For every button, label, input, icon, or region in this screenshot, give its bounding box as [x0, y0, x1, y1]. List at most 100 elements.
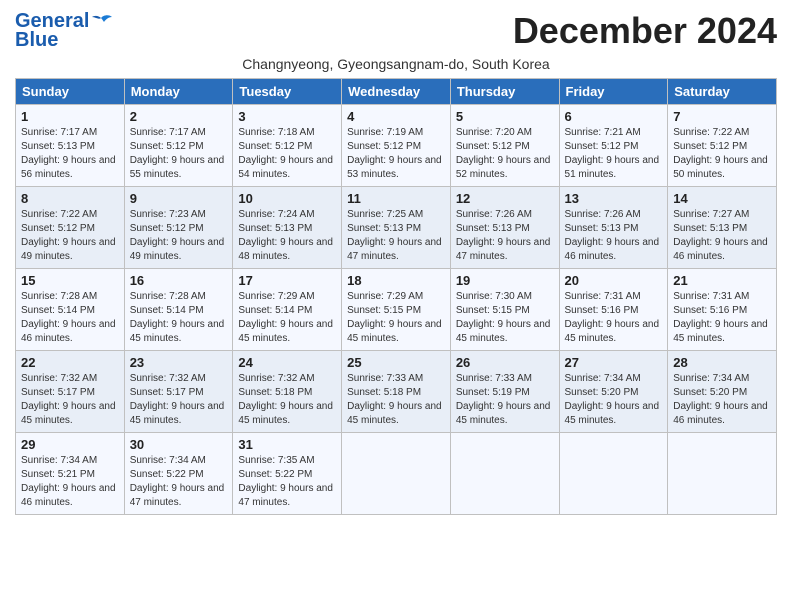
calendar-cell: 16 Sunrise: 7:28 AMSunset: 5:14 PMDaylig… — [124, 269, 233, 351]
weekday-header-saturday: Saturday — [668, 79, 777, 105]
day-number: 18 — [347, 273, 445, 288]
calendar-cell: 4 Sunrise: 7:19 AMSunset: 5:12 PMDayligh… — [342, 105, 451, 187]
weekday-header-wednesday: Wednesday — [342, 79, 451, 105]
weekday-header-monday: Monday — [124, 79, 233, 105]
calendar-cell: 31 Sunrise: 7:35 AMSunset: 5:22 PMDaylig… — [233, 433, 342, 515]
day-number: 30 — [130, 437, 228, 452]
day-content: Sunrise: 7:33 AMSunset: 5:19 PMDaylight:… — [456, 372, 554, 428]
day-content: Sunrise: 7:20 AMSunset: 5:12 PMDaylight:… — [456, 126, 554, 182]
calendar-cell: 23 Sunrise: 7:32 AMSunset: 5:17 PMDaylig… — [124, 351, 233, 433]
day-content: Sunrise: 7:26 AMSunset: 5:13 PMDaylight:… — [456, 208, 554, 264]
day-content: Sunrise: 7:25 AMSunset: 5:13 PMDaylight:… — [347, 208, 445, 264]
day-number: 26 — [456, 355, 554, 370]
calendar-cell: 28 Sunrise: 7:34 AMSunset: 5:20 PMDaylig… — [668, 351, 777, 433]
weekday-header-sunday: Sunday — [16, 79, 125, 105]
calendar-subtitle: Changnyeong, Gyeongsangnam-do, South Kor… — [15, 56, 777, 72]
calendar-cell: 24 Sunrise: 7:32 AMSunset: 5:18 PMDaylig… — [233, 351, 342, 433]
calendar-cell: 19 Sunrise: 7:30 AMSunset: 5:15 PMDaylig… — [450, 269, 559, 351]
weekday-header-friday: Friday — [559, 79, 668, 105]
day-content: Sunrise: 7:34 AMSunset: 5:21 PMDaylight:… — [21, 454, 119, 510]
calendar-body: 1 Sunrise: 7:17 AMSunset: 5:13 PMDayligh… — [16, 105, 777, 515]
calendar-week-row: 22 Sunrise: 7:32 AMSunset: 5:17 PMDaylig… — [16, 351, 777, 433]
logo-bird-icon — [91, 14, 113, 30]
day-content: Sunrise: 7:34 AMSunset: 5:20 PMDaylight:… — [565, 372, 663, 428]
calendar-cell: 22 Sunrise: 7:32 AMSunset: 5:17 PMDaylig… — [16, 351, 125, 433]
day-number: 21 — [673, 273, 771, 288]
day-content: Sunrise: 7:19 AMSunset: 5:12 PMDaylight:… — [347, 126, 445, 182]
day-number: 2 — [130, 109, 228, 124]
calendar-cell: 18 Sunrise: 7:29 AMSunset: 5:15 PMDaylig… — [342, 269, 451, 351]
day-content: Sunrise: 7:34 AMSunset: 5:20 PMDaylight:… — [673, 372, 771, 428]
day-number: 16 — [130, 273, 228, 288]
day-number: 27 — [565, 355, 663, 370]
day-number: 23 — [130, 355, 228, 370]
day-content: Sunrise: 7:29 AMSunset: 5:15 PMDaylight:… — [347, 290, 445, 346]
calendar-cell: 9 Sunrise: 7:23 AMSunset: 5:12 PMDayligh… — [124, 187, 233, 269]
day-content: Sunrise: 7:22 AMSunset: 5:12 PMDaylight:… — [21, 208, 119, 264]
day-number: 15 — [21, 273, 119, 288]
calendar-cell: 20 Sunrise: 7:31 AMSunset: 5:16 PMDaylig… — [559, 269, 668, 351]
calendar-cell: 26 Sunrise: 7:33 AMSunset: 5:19 PMDaylig… — [450, 351, 559, 433]
day-number: 7 — [673, 109, 771, 124]
calendar-cell: 6 Sunrise: 7:21 AMSunset: 5:12 PMDayligh… — [559, 105, 668, 187]
day-number: 28 — [673, 355, 771, 370]
day-content: Sunrise: 7:32 AMSunset: 5:18 PMDaylight:… — [238, 372, 336, 428]
calendar-cell: 21 Sunrise: 7:31 AMSunset: 5:16 PMDaylig… — [668, 269, 777, 351]
day-number: 12 — [456, 191, 554, 206]
day-content: Sunrise: 7:35 AMSunset: 5:22 PMDaylight:… — [238, 454, 336, 510]
day-number: 1 — [21, 109, 119, 124]
calendar-cell: 14 Sunrise: 7:27 AMSunset: 5:13 PMDaylig… — [668, 187, 777, 269]
calendar-week-row: 1 Sunrise: 7:17 AMSunset: 5:13 PMDayligh… — [16, 105, 777, 187]
day-number: 19 — [456, 273, 554, 288]
day-number: 31 — [238, 437, 336, 452]
day-number: 8 — [21, 191, 119, 206]
day-number: 5 — [456, 109, 554, 124]
logo-blue-text: Blue — [15, 29, 58, 52]
day-content: Sunrise: 7:30 AMSunset: 5:15 PMDaylight:… — [456, 290, 554, 346]
day-number: 25 — [347, 355, 445, 370]
day-content: Sunrise: 7:33 AMSunset: 5:18 PMDaylight:… — [347, 372, 445, 428]
day-content: Sunrise: 7:23 AMSunset: 5:12 PMDaylight:… — [130, 208, 228, 264]
day-content: Sunrise: 7:24 AMSunset: 5:13 PMDaylight:… — [238, 208, 336, 264]
calendar-cell: 30 Sunrise: 7:34 AMSunset: 5:22 PMDaylig… — [124, 433, 233, 515]
day-content: Sunrise: 7:27 AMSunset: 5:13 PMDaylight:… — [673, 208, 771, 264]
calendar-week-row: 29 Sunrise: 7:34 AMSunset: 5:21 PMDaylig… — [16, 433, 777, 515]
day-content: Sunrise: 7:32 AMSunset: 5:17 PMDaylight:… — [130, 372, 228, 428]
day-number: 17 — [238, 273, 336, 288]
calendar-week-row: 15 Sunrise: 7:28 AMSunset: 5:14 PMDaylig… — [16, 269, 777, 351]
day-content: Sunrise: 7:34 AMSunset: 5:22 PMDaylight:… — [130, 454, 228, 510]
weekday-header-row: SundayMondayTuesdayWednesdayThursdayFrid… — [16, 79, 777, 105]
day-number: 24 — [238, 355, 336, 370]
calendar-cell: 27 Sunrise: 7:34 AMSunset: 5:20 PMDaylig… — [559, 351, 668, 433]
calendar-cell — [559, 433, 668, 515]
page-header: General Blue December 2024 — [15, 10, 777, 52]
weekday-header-tuesday: Tuesday — [233, 79, 342, 105]
calendar-cell — [342, 433, 451, 515]
day-content: Sunrise: 7:26 AMSunset: 5:13 PMDaylight:… — [565, 208, 663, 264]
day-number: 14 — [673, 191, 771, 206]
day-content: Sunrise: 7:28 AMSunset: 5:14 PMDaylight:… — [130, 290, 228, 346]
day-number: 20 — [565, 273, 663, 288]
month-title: December 2024 — [513, 10, 777, 52]
day-content: Sunrise: 7:31 AMSunset: 5:16 PMDaylight:… — [565, 290, 663, 346]
calendar-cell — [450, 433, 559, 515]
day-content: Sunrise: 7:28 AMSunset: 5:14 PMDaylight:… — [21, 290, 119, 346]
day-content: Sunrise: 7:32 AMSunset: 5:17 PMDaylight:… — [21, 372, 119, 428]
calendar-week-row: 8 Sunrise: 7:22 AMSunset: 5:12 PMDayligh… — [16, 187, 777, 269]
day-number: 4 — [347, 109, 445, 124]
calendar-cell: 11 Sunrise: 7:25 AMSunset: 5:13 PMDaylig… — [342, 187, 451, 269]
day-number: 13 — [565, 191, 663, 206]
calendar-cell: 3 Sunrise: 7:18 AMSunset: 5:12 PMDayligh… — [233, 105, 342, 187]
day-content: Sunrise: 7:18 AMSunset: 5:12 PMDaylight:… — [238, 126, 336, 182]
calendar-cell: 17 Sunrise: 7:29 AMSunset: 5:14 PMDaylig… — [233, 269, 342, 351]
calendar-cell: 10 Sunrise: 7:24 AMSunset: 5:13 PMDaylig… — [233, 187, 342, 269]
day-number: 11 — [347, 191, 445, 206]
calendar-cell: 2 Sunrise: 7:17 AMSunset: 5:12 PMDayligh… — [124, 105, 233, 187]
calendar-cell: 1 Sunrise: 7:17 AMSunset: 5:13 PMDayligh… — [16, 105, 125, 187]
calendar-cell: 15 Sunrise: 7:28 AMSunset: 5:14 PMDaylig… — [16, 269, 125, 351]
calendar-cell: 5 Sunrise: 7:20 AMSunset: 5:12 PMDayligh… — [450, 105, 559, 187]
logo: General Blue — [15, 10, 113, 52]
calendar-cell: 13 Sunrise: 7:26 AMSunset: 5:13 PMDaylig… — [559, 187, 668, 269]
calendar-cell: 8 Sunrise: 7:22 AMSunset: 5:12 PMDayligh… — [16, 187, 125, 269]
day-content: Sunrise: 7:21 AMSunset: 5:12 PMDaylight:… — [565, 126, 663, 182]
